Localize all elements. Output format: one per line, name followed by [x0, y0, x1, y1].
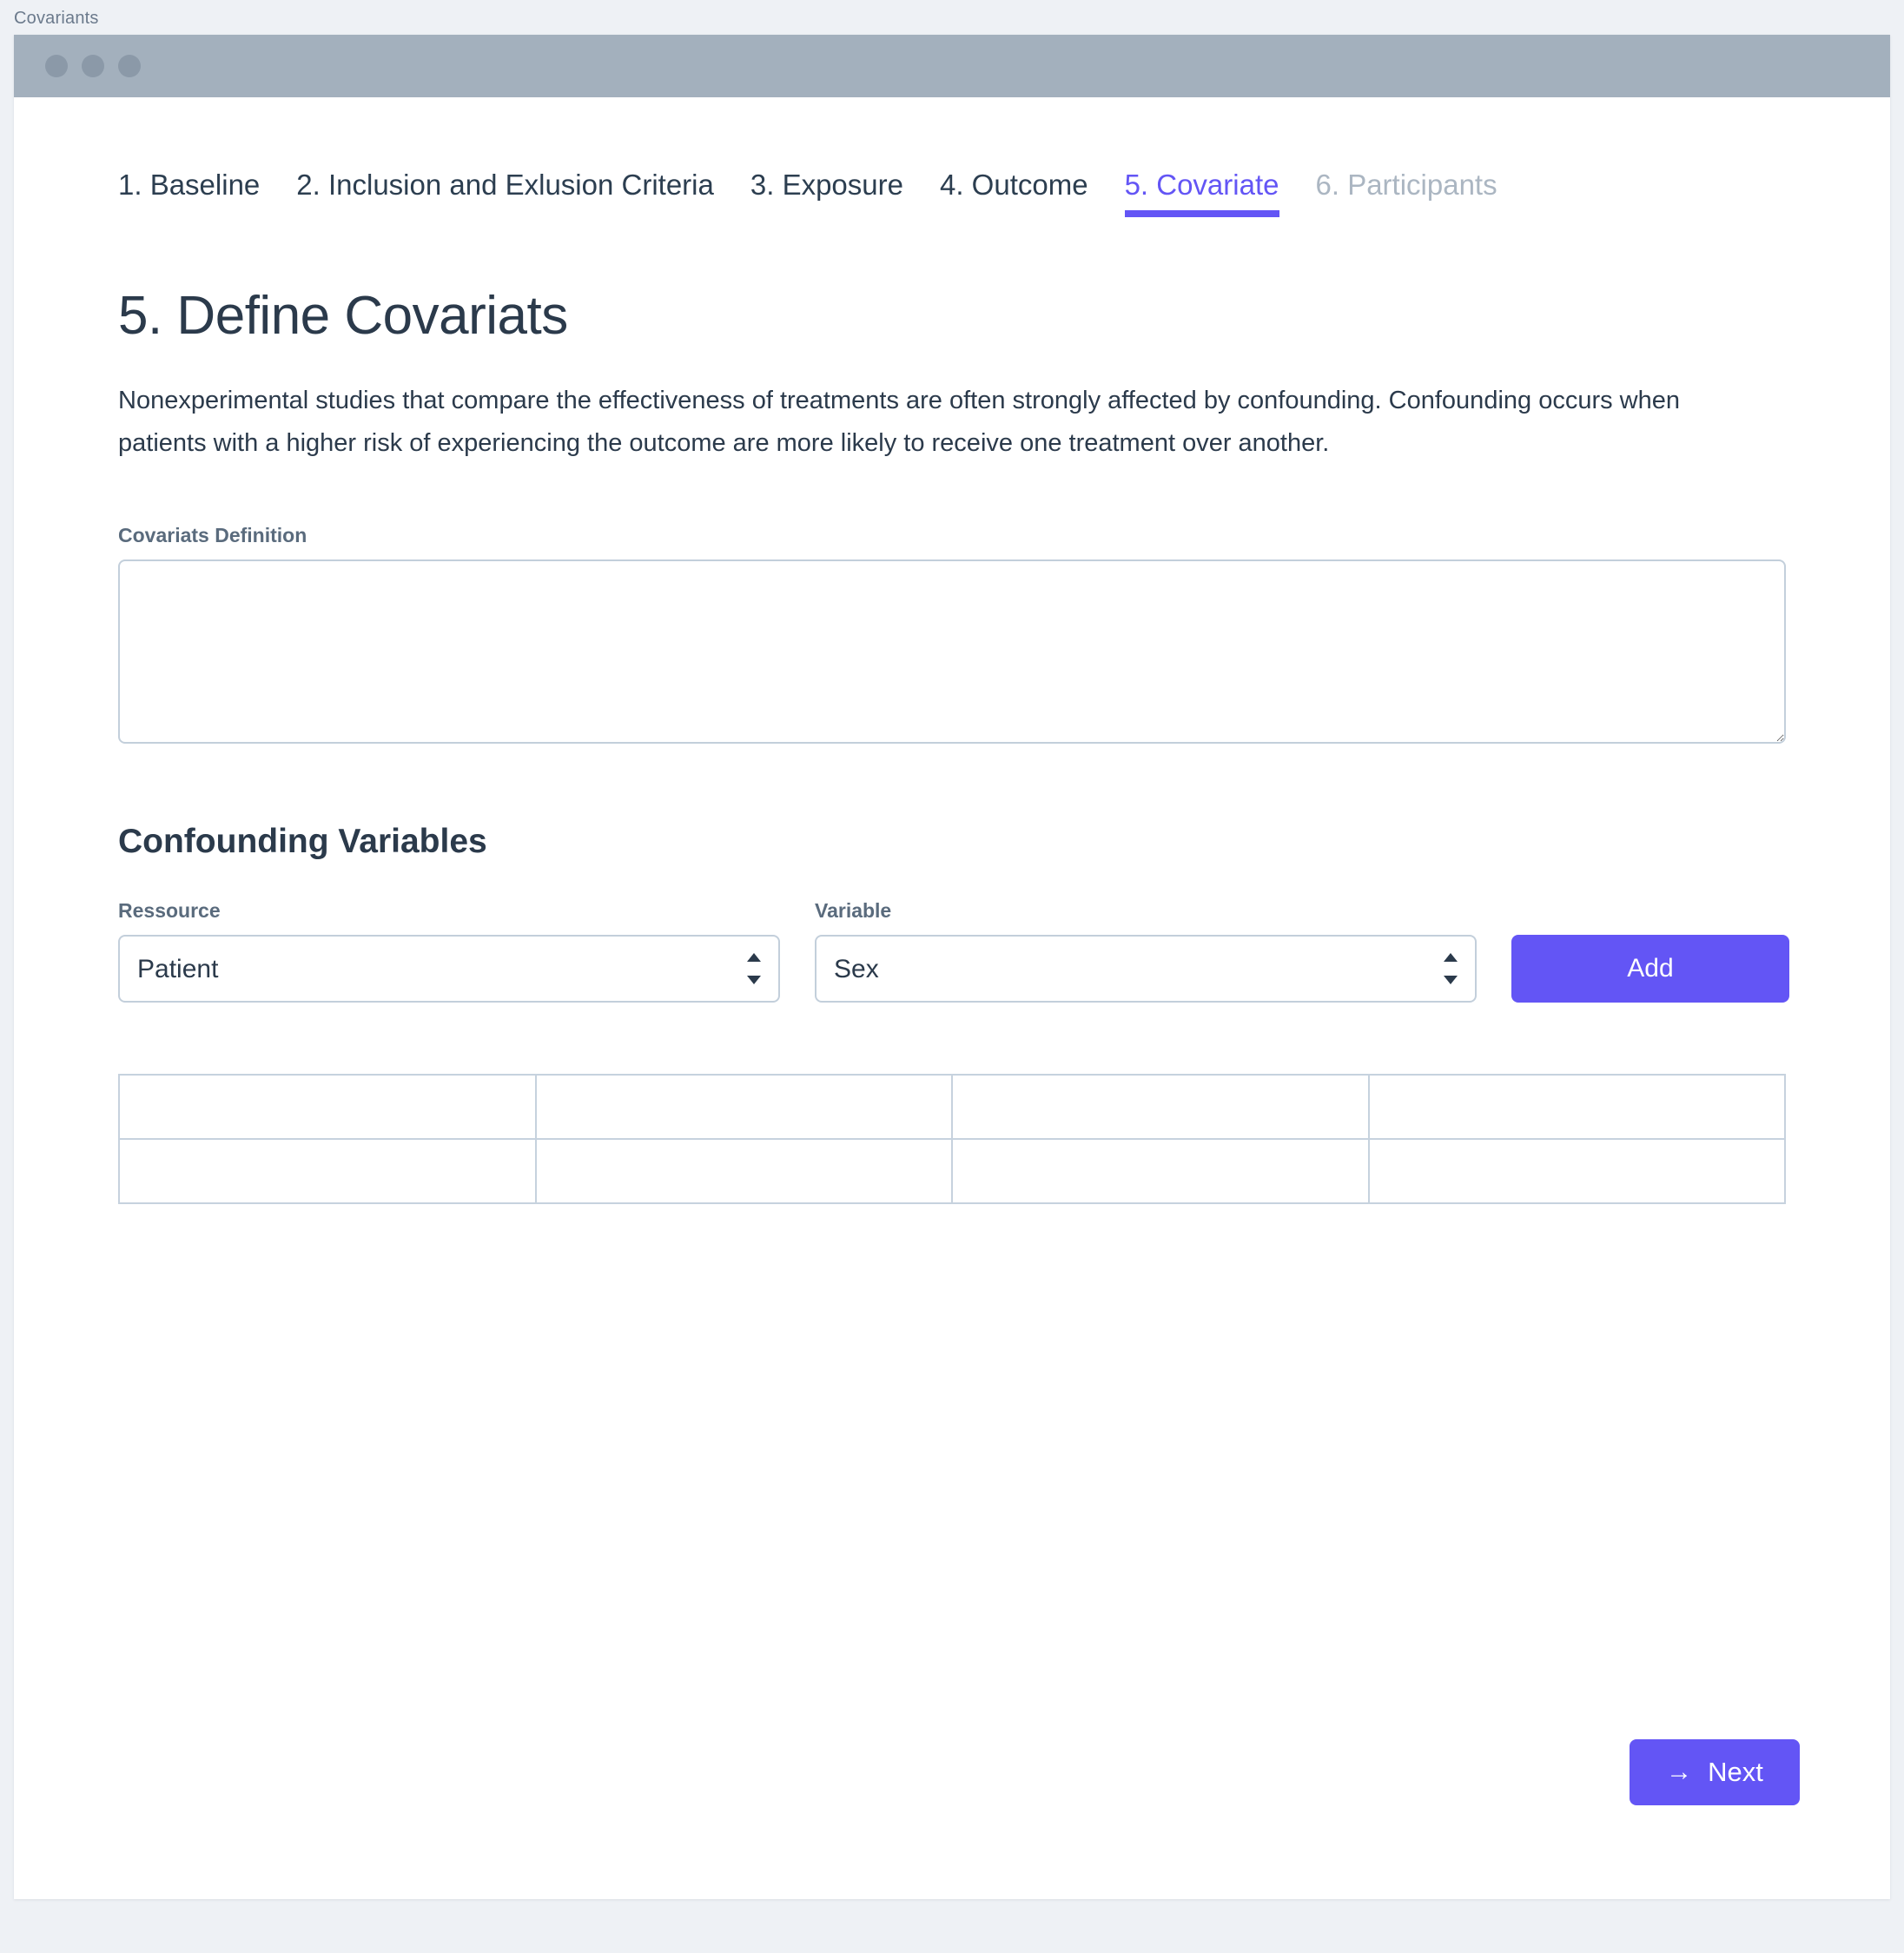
covariats-definition-block: Covariats Definition [118, 524, 1890, 748]
ressource-label: Ressource [118, 899, 221, 922]
variable-control-group: Variable Sex [815, 899, 1477, 1003]
confounding-variables-table [118, 1074, 1786, 1204]
table-cell [951, 1074, 1370, 1140]
variable-label: Variable [815, 899, 892, 922]
tab-baseline[interactable]: 1. Baseline [118, 169, 260, 217]
table-cell [118, 1138, 537, 1204]
table-cell [118, 1074, 537, 1140]
ressource-control-group: Ressource Patient [118, 899, 780, 1003]
table-row[interactable] [118, 1074, 1786, 1140]
ressource-select-wrap: Patient [118, 935, 780, 1003]
variable-select-wrap: Sex [815, 935, 1477, 1003]
covariats-definition-label: Covariats Definition [118, 524, 307, 546]
table-row[interactable] [118, 1138, 1786, 1204]
tab-covariate[interactable]: 5. Covariate [1124, 169, 1279, 217]
table-cell [1367, 1138, 1786, 1204]
page-content: 1. Baseline 2. Inclusion and Exlusion Cr… [14, 97, 1890, 1899]
minimize-dot-icon[interactable] [82, 55, 104, 77]
confounding-controls-row: Ressource Patient Variable Sex Add [118, 899, 1890, 1003]
close-dot-icon[interactable] [45, 55, 68, 77]
variable-select[interactable]: Sex [815, 935, 1477, 1003]
browser-window: 1. Baseline 2. Inclusion and Exlusion Cr… [14, 35, 1890, 1899]
table-cell [1367, 1074, 1786, 1140]
next-button-label: Next [1708, 1757, 1763, 1787]
page-title: 5. Define Covariats [118, 286, 568, 346]
next-button[interactable]: → Next [1630, 1739, 1800, 1805]
confounding-variables-title: Confounding Variables [118, 823, 487, 860]
table-cell [951, 1138, 1370, 1204]
tab-outcome[interactable]: 4. Outcome [940, 169, 1088, 217]
tab-inclusion-exclusion-criteria[interactable]: 2. Inclusion and Exlusion Criteria [296, 169, 714, 217]
intro-paragraph: Nonexperimental studies that compare the… [118, 387, 1680, 457]
window-titlebar [14, 35, 1890, 97]
table-cell [534, 1138, 953, 1204]
covariats-definition-textarea[interactable] [118, 559, 1786, 744]
ressource-select[interactable]: Patient [118, 935, 780, 1003]
tab-participants: 6. Participants [1315, 169, 1497, 201]
maximize-dot-icon[interactable] [118, 55, 141, 77]
window-caption: Covariants [14, 9, 99, 28]
table-cell [534, 1074, 953, 1140]
wizard-tabs: 1. Baseline 2. Inclusion and Exlusion Cr… [14, 97, 1890, 217]
add-button[interactable]: Add [1511, 935, 1789, 1003]
tab-exposure[interactable]: 3. Exposure [750, 169, 903, 217]
arrow-right-icon: → [1666, 1758, 1693, 1786]
